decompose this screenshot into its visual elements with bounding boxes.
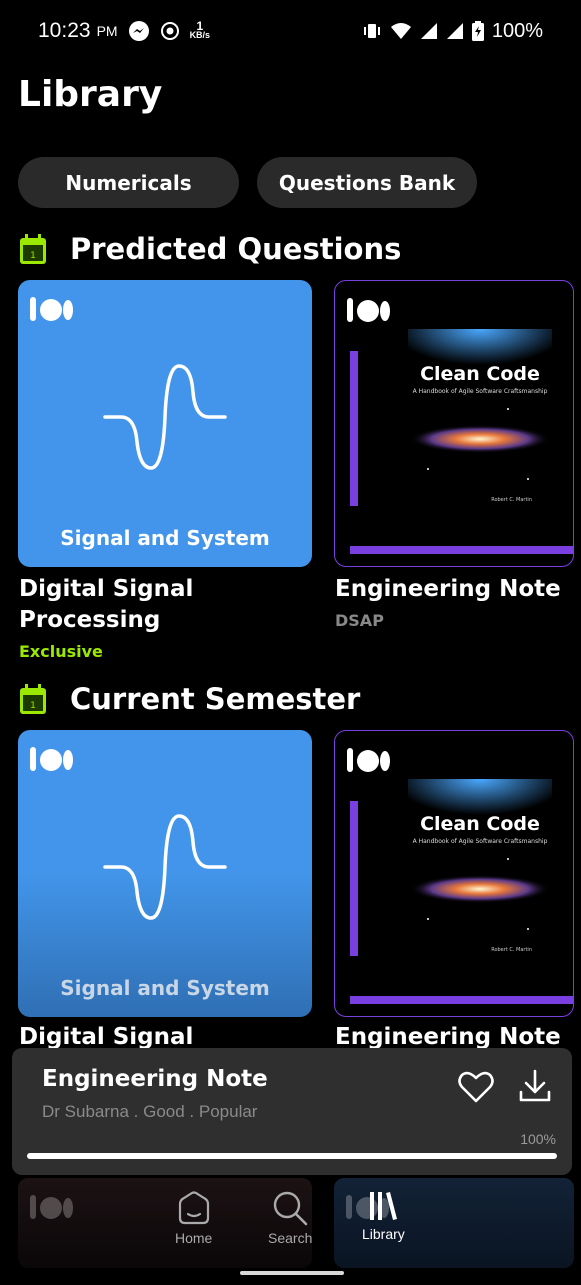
signal-icon xyxy=(420,23,437,39)
app-logo-icon xyxy=(347,748,390,772)
battery-percent: 100% xyxy=(491,19,543,42)
galaxy-illustration xyxy=(408,779,552,930)
book-card[interactable]: Signal and System xyxy=(18,280,312,567)
wifi-icon xyxy=(390,23,411,39)
section-title: Predicted Questions xyxy=(70,232,402,266)
status-left: 10:23 PM 1 KB/s xyxy=(38,19,210,43)
app-logo-icon xyxy=(347,298,390,322)
home-indicator[interactable] xyxy=(240,1271,344,1275)
net-speed-unit: KB/s xyxy=(189,30,211,40)
player-title: Engineering Note xyxy=(42,1066,268,1092)
calendar-icon: 1 xyxy=(20,684,46,714)
home-icon xyxy=(178,1191,209,1225)
battery-icon xyxy=(471,21,484,41)
app-logo-icon xyxy=(30,1195,73,1219)
galaxy-illustration xyxy=(408,329,552,480)
book-cover-image: Clean Code A Handbook of Agile Software … xyxy=(408,779,552,969)
book-card[interactable]: Clean Code A Handbook of Agile Software … xyxy=(334,730,574,1017)
app-logo-icon xyxy=(30,297,73,321)
signal-wave-icon xyxy=(103,364,227,470)
book-subtitle: A Handbook of Agile Software Craftsmansh… xyxy=(412,838,548,845)
progress-bar xyxy=(27,1153,557,1159)
record-icon xyxy=(160,22,179,40)
status-time: 10:23 xyxy=(38,19,91,42)
mini-player[interactable]: Engineering Note Dr Subarna . Good . Pop… xyxy=(12,1048,572,1175)
chip-questions-bank[interactable]: Questions Bank xyxy=(257,157,477,208)
cover-label: Signal and System xyxy=(60,526,270,550)
bottom-nav: Home Search Library xyxy=(0,1178,581,1285)
book-title: Clean Code xyxy=(420,813,540,835)
cover-label: Signal and System xyxy=(60,976,270,1000)
card-title-line1: Digital Signal xyxy=(19,576,194,602)
section-header-current: 1 Current Semester xyxy=(20,682,360,716)
section-header-predicted: 1 Predicted Questions xyxy=(20,232,401,266)
signal-icon-2 xyxy=(446,23,463,39)
book-cover-image: Clean Code A Handbook of Agile Software … xyxy=(408,329,552,519)
player-subtitle: Dr Subarna . Good . Popular xyxy=(42,1102,258,1121)
nav-search[interactable]: Search xyxy=(268,1190,312,1246)
card-title: Engineering Note xyxy=(335,576,561,602)
book-subtitle: A Handbook of Agile Software Craftsmansh… xyxy=(412,388,548,395)
nav-home[interactable]: Home xyxy=(175,1190,212,1246)
book-title: Clean Code xyxy=(420,363,540,385)
progress-percent: 100% xyxy=(520,1131,556,1147)
status-bar: 10:23 PM 1 KB/s 100% xyxy=(0,0,581,62)
cover-accent-bar xyxy=(350,546,573,554)
nav-home-label: Home xyxy=(175,1230,213,1246)
book-author: Robert C. Martin xyxy=(491,497,532,503)
card-title-line2: Processing xyxy=(19,607,161,633)
search-icon xyxy=(273,1191,308,1226)
svg-text:1: 1 xyxy=(30,701,36,711)
download-icon[interactable] xyxy=(518,1068,552,1104)
heart-icon[interactable] xyxy=(458,1070,494,1104)
nav-library-label: Library xyxy=(362,1226,405,1242)
book-card[interactable]: Clean Code A Handbook of Agile Software … xyxy=(334,280,574,567)
book-author: Robert C. Martin xyxy=(491,947,532,953)
svg-text:1: 1 xyxy=(30,251,36,261)
cover-accent-bar xyxy=(350,801,358,956)
card-subtitle: DSAP xyxy=(335,611,384,630)
nav-search-label: Search xyxy=(268,1230,313,1246)
nav-library[interactable]: Library xyxy=(362,1190,405,1242)
signal-wave-icon xyxy=(103,814,227,920)
status-right: 100% xyxy=(362,20,543,43)
library-icon xyxy=(370,1192,398,1220)
exclusive-badge: Exclusive xyxy=(19,642,103,661)
vibrate-icon xyxy=(363,24,380,38)
page-title: Library xyxy=(18,74,163,115)
app-logo-icon xyxy=(30,747,73,771)
progress-fill xyxy=(27,1153,557,1159)
section-title: Current Semester xyxy=(70,682,361,716)
cover-accent-bar xyxy=(350,996,573,1004)
book-card[interactable]: Signal and System xyxy=(18,730,312,1017)
cover-accent-bar xyxy=(350,351,358,506)
filter-chips: Numericals Questions Bank xyxy=(18,157,477,208)
calendar-icon: 1 xyxy=(20,234,46,264)
net-speed: 1 KB/s xyxy=(189,20,211,40)
card-title: Digital Signal Processing xyxy=(19,574,193,636)
status-ampm: PM xyxy=(96,23,118,39)
messenger-icon xyxy=(128,21,149,41)
chip-numericals[interactable]: Numericals xyxy=(18,157,239,208)
